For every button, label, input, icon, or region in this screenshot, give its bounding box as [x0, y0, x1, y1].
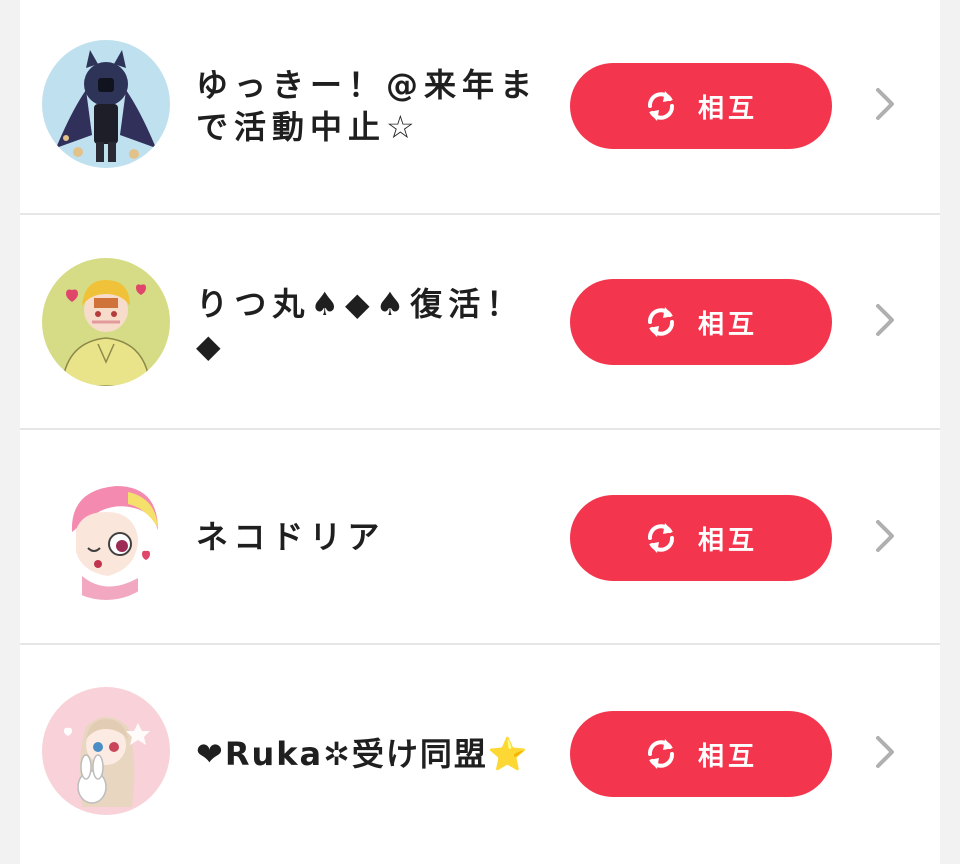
mutual-follow-button[interactable]: 相互	[570, 63, 832, 149]
avatar[interactable]	[42, 687, 170, 815]
refresh-icon	[647, 91, 674, 121]
avatar[interactable]	[42, 40, 170, 168]
mutual-follow-button[interactable]: 相互	[570, 495, 832, 581]
chevron-right-icon[interactable]	[870, 84, 900, 124]
list-item[interactable]: りつ丸♠◆♠復活！◆ 相互	[20, 215, 940, 430]
mutual-label: 相互	[697, 93, 758, 124]
refresh-icon	[647, 523, 674, 553]
chevron-right-icon[interactable]	[870, 516, 900, 556]
list-item[interactable]: ❤Ruka✲受け同盟⭐ 相互	[20, 645, 940, 860]
chevron-right-icon[interactable]	[870, 300, 900, 340]
user-name[interactable]: ❤Ruka✲受け同盟⭐	[196, 733, 576, 775]
refresh-icon	[647, 307, 674, 337]
list-item[interactable]: ゆっきー！@来年まで活動中止☆ 相互	[20, 0, 940, 215]
user-list: ゆっきー！@来年まで活動中止☆ 相互 りつ丸♠◆♠復活！◆ 相互 ネコドリア 相…	[20, 0, 940, 864]
user-name[interactable]: ゆっきー！@来年まで活動中止☆	[196, 64, 552, 148]
avatar[interactable]	[42, 258, 170, 386]
user-name[interactable]: りつ丸♠◆♠復活！◆	[196, 283, 552, 367]
user-name[interactable]: ネコドリア	[196, 516, 552, 558]
mutual-label: 相互	[697, 309, 758, 340]
mutual-follow-button[interactable]: 相互	[570, 711, 832, 797]
list-item[interactable]: ネコドリア 相互	[20, 430, 940, 645]
mutual-label: 相互	[697, 525, 758, 556]
mutual-label: 相互	[697, 741, 758, 772]
avatar[interactable]	[42, 472, 170, 600]
chevron-right-icon[interactable]	[870, 732, 900, 772]
mutual-follow-button[interactable]: 相互	[570, 279, 832, 365]
refresh-icon	[647, 739, 674, 769]
